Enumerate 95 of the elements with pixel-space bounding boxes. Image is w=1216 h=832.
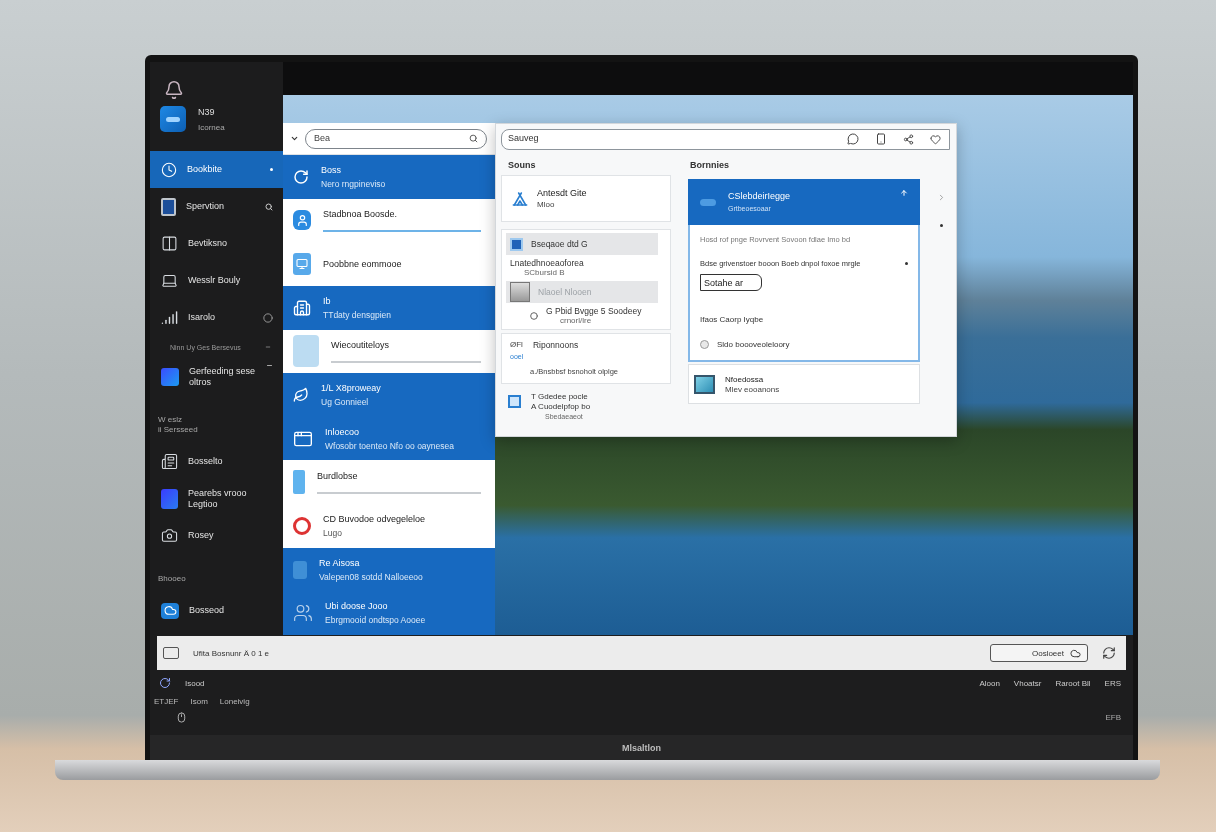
arrow-icon[interactable] [900, 189, 908, 197]
sidebar-item[interactable]: Rosey [150, 517, 283, 554]
cloud-button[interactable]: Oosloeet [990, 644, 1088, 662]
taskbar-label[interactable]: Loneivig [219, 696, 250, 706]
window-icon [508, 395, 521, 408]
card-title: Riponnoons [532, 340, 579, 350]
laptop-icon [161, 272, 178, 289]
pill-icon [700, 198, 716, 206]
refresh-icon[interactable] [1102, 646, 1116, 660]
newspaper-icon [161, 453, 178, 470]
tile-icon [293, 560, 307, 579]
heart-icon[interactable] [930, 133, 941, 145]
sidebar-item[interactable]: Pearebs vrooo Legtioo [150, 480, 283, 517]
section-heading: Bhooeo [158, 574, 186, 584]
dash-icon [266, 362, 273, 369]
tray-label[interactable]: Vhoatsr [1013, 678, 1042, 688]
user-icon [293, 210, 311, 231]
app-subtitle: Icornea [198, 122, 225, 132]
window-icon [510, 237, 523, 251]
action-button[interactable]: Sotahe ar [700, 274, 762, 291]
columns-icon [161, 235, 178, 252]
cloud-icon [1070, 647, 1081, 659]
list-item[interactable]: Ib TTdaty densgpien [283, 285, 495, 330]
app-icon [160, 106, 186, 132]
list-row[interactable]: Bseqaoe dtd G [506, 233, 658, 255]
search-icon [469, 134, 478, 143]
tile-icon [293, 470, 305, 495]
list-item[interactable]: Re Aisosa Valepen08 sotdd Nalloeeoo [283, 547, 495, 592]
document-icon [161, 197, 176, 216]
window-icon[interactable] [163, 647, 179, 659]
list-item[interactable]: Ubi doose Jooo Ebrgmooid ondtspo Aooee [283, 591, 495, 636]
tray-label[interactable]: Raroot Bll [1055, 678, 1091, 688]
list-item[interactable]: Inloecoo Wfosobr toenteo Nfo oo oaynesea [283, 416, 495, 461]
circle-icon [263, 312, 273, 323]
card-subtitle: Mloo [537, 200, 556, 209]
search-field[interactable]: Sauveg [501, 128, 950, 150]
sidebar-item[interactable]: Bevtiksno [150, 225, 283, 262]
sidebar-item[interactable]: Bosselto [150, 443, 283, 480]
clock-icon [161, 161, 177, 178]
list-row[interactable]: G Pbid Bvgge 5 Soodeey crnorl/lre [506, 306, 658, 326]
mouse-icon[interactable] [176, 711, 187, 723]
leaf-icon [293, 387, 309, 403]
taskbar-label[interactable]: Isom [190, 696, 208, 706]
tray-label[interactable]: Aloon [979, 678, 1000, 688]
radio-label: Sldo boooveoleloory [717, 340, 790, 349]
users-icon [293, 603, 313, 624]
app-tile-icon [161, 367, 179, 386]
sidebar-item[interactable]: Wesslr Bouly [150, 262, 283, 299]
framed-square-icon [694, 374, 715, 394]
header-title: CSlebdeirIegge [728, 191, 792, 201]
signal-icon [161, 309, 178, 326]
ring-icon [293, 516, 311, 535]
app-tile-icon [161, 488, 178, 509]
caret-icon[interactable] [290, 134, 299, 143]
monitor-icon [293, 253, 311, 276]
bell-icon [164, 80, 184, 100]
building-icon [293, 298, 311, 317]
radio-button[interactable] [700, 340, 709, 349]
card-title: Antesdt Gite [537, 188, 587, 198]
circular-arrow-icon[interactable] [159, 677, 171, 689]
taskbar-label[interactable]: ETJEF [154, 696, 179, 706]
sidebar-item[interactable]: Isarolo [150, 299, 283, 336]
section-heading: W eslz ii Sersseed [158, 415, 198, 435]
item-title: T Gdedee pocle A Cuodelpfop bo [531, 392, 591, 412]
sidebar-item[interactable]: Spervtion [150, 188, 283, 225]
search-icon [265, 202, 273, 211]
field-label: Ifaos Caorp Iyqbe [700, 315, 765, 324]
circle-icon [530, 312, 538, 320]
column-heading: Souns [508, 160, 536, 170]
tent-icon [512, 190, 528, 207]
tile-icon [510, 282, 530, 302]
list-item[interactable]: 1/L X8proweay Ug Gonnieel [283, 373, 495, 417]
share-icon[interactable] [903, 133, 914, 145]
camera-icon [161, 527, 178, 544]
card-title: Nfoedossa [725, 374, 765, 384]
tile-icon [293, 335, 319, 368]
column-heading: Bornnies [690, 160, 729, 170]
sidebar-item[interactable]: Gerfeeding sese oltros [150, 358, 283, 395]
circular-arrow-icon [293, 168, 309, 185]
app-name: N39 [198, 106, 216, 117]
chat-icon[interactable] [847, 133, 859, 145]
cloud-icon [161, 602, 179, 619]
status-text: Ufita Bosnunr Ä 0 1 e [193, 648, 271, 658]
list-item[interactable]: Boss Nero rngpineviso [283, 155, 495, 199]
dash-icon [265, 344, 271, 350]
tray-label[interactable]: ERS [1104, 678, 1121, 688]
list-row[interactable]: Lnatedhnoeaoforea SCbursid B [506, 258, 658, 278]
laptop-brand: Mlsaltlon [622, 742, 661, 753]
card-subtitle: Mlev eooanons [725, 384, 780, 394]
phone-icon[interactable] [875, 133, 887, 145]
corner-label: EFB [1105, 712, 1121, 722]
app-label: Isood [185, 678, 206, 688]
sidebar-item[interactable]: Bosseod [150, 592, 283, 629]
item-code: ØFl [510, 340, 523, 350]
sidebar-item[interactable]: Bookbite [150, 151, 283, 188]
